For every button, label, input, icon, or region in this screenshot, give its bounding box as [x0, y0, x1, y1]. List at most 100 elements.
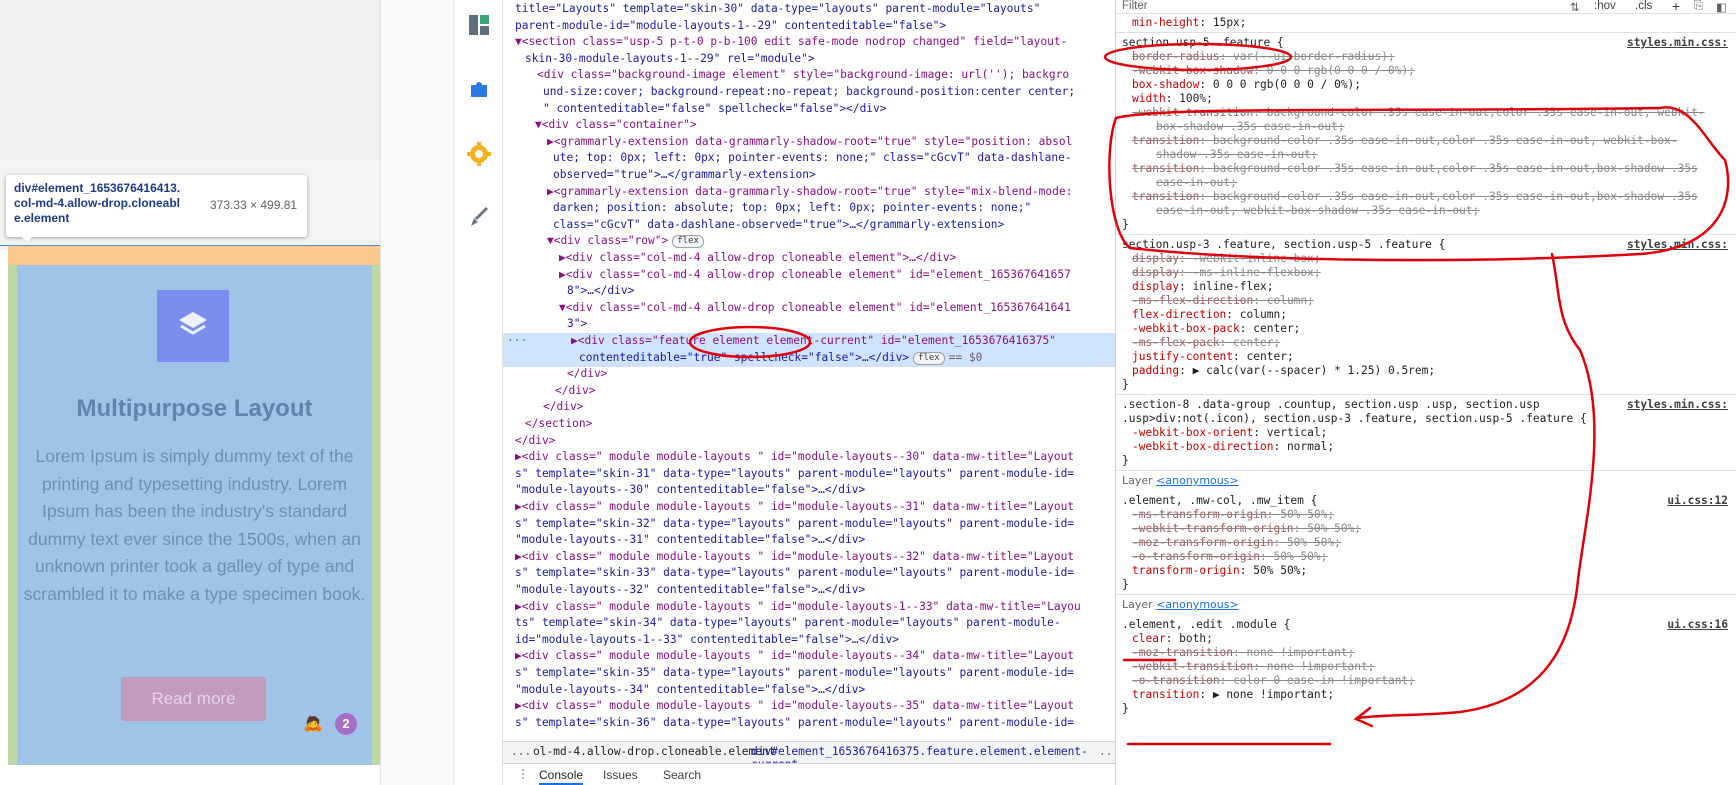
css-declaration[interactable]: border-radius: var(--ui-border-radius);	[1132, 50, 1395, 64]
css-property-value[interactable]: 0 0 0 rgb(0 0 0 / 0%);	[1213, 78, 1361, 91]
css-property-name[interactable]: padding	[1132, 364, 1179, 377]
css-property-value[interactable]: both;	[1179, 632, 1213, 645]
dom-line[interactable]: skin-30-module-layouts-1--29" rel="modul…	[525, 51, 815, 68]
dom-line[interactable]: <div class="background-image element" st…	[537, 67, 1069, 84]
layer-link[interactable]: <anonymous>	[1156, 474, 1239, 487]
css-property-value[interactable]: 50% 50%;	[1253, 564, 1307, 577]
dom-line[interactable]: ts" template="skin-34" data-type="layout…	[515, 615, 1061, 632]
css-declaration[interactable]: ease-in-out;	[1156, 176, 1237, 190]
css-property-name[interactable]: flex-direction	[1132, 308, 1226, 321]
dom-line[interactable]: </section>	[525, 416, 592, 433]
css-declaration[interactable]: box-shadow: 0 0 0 rgb(0 0 0 / 0%);	[1132, 78, 1361, 92]
css-property-value[interactable]: 0 0 0 rgb(0 0 0 / 0%);	[1267, 64, 1415, 77]
css-property-name[interactable]: -ms-transform-origin	[1132, 508, 1267, 521]
css-declaration[interactable]: display: -webkit-inline-box;	[1132, 252, 1321, 266]
css-declaration[interactable]: transform-origin: 50% 50%;	[1132, 564, 1307, 578]
dom-line[interactable]: ▶<div class=" module module-layouts " id…	[515, 599, 1081, 616]
css-declaration[interactable]: display: inline-flex;	[1132, 280, 1273, 294]
css-property-value[interactable]: 100%;	[1179, 92, 1213, 105]
css-property-name[interactable]: transition	[1132, 688, 1199, 701]
cls-button[interactable]: .cls	[1635, 0, 1652, 12]
css-property-value[interactable]: background-color .35s ease-in-out,color …	[1213, 134, 1678, 147]
dom-line[interactable]: </div>	[543, 399, 583, 416]
puzzle-icon[interactable]	[468, 78, 490, 100]
css-property-value[interactable]: 50% 50%;	[1273, 550, 1327, 563]
css-property-name[interactable]: justify-content	[1132, 350, 1233, 363]
css-property-name[interactable]: -webkit-transition	[1132, 106, 1253, 119]
css-property-value[interactable]: center;	[1253, 322, 1300, 335]
css-declaration[interactable]: -moz-transition: none !important;	[1132, 646, 1354, 660]
feature-card[interactable]: Multipurpose Layout Lorem Ipsum is simpl…	[17, 265, 372, 765]
dom-line[interactable]: ▼<div class="col-md-4 allow-drop cloneab…	[559, 300, 1071, 317]
dom-line[interactable]: contenteditable="true" spellcheck="false…	[503, 349, 1115, 367]
css-property-value[interactable]: none !important;	[1247, 646, 1355, 659]
css-property-name[interactable]: -ms-flex-pack	[1132, 336, 1220, 349]
dom-line[interactable]: "module-layouts--32" contenteditable="fa…	[515, 582, 865, 599]
css-property-name[interactable]: border-radius	[1132, 50, 1220, 63]
dom-line[interactable]: ▶<div class=" module module-layouts " id…	[515, 549, 1074, 566]
css-declaration[interactable]: -webkit-box-shadow: 0 0 0 rgb(0 0 0 / 0%…	[1132, 64, 1415, 78]
dom-line[interactable]: ▶<div class=" module module-layouts " id…	[515, 449, 1074, 466]
css-property-name[interactable]: -webkit-box-shadow	[1132, 64, 1253, 77]
css-property-value[interactable]: inline-flex;	[1193, 280, 1274, 293]
css-property-name[interactable]: width	[1132, 92, 1166, 105]
css-declaration[interactable]: ease-in-out, webkit-box-shadow .35s ease…	[1156, 204, 1479, 218]
dom-line[interactable]: 3">	[567, 316, 587, 333]
css-property-name[interactable]: -moz-transform-origin	[1132, 536, 1273, 549]
css-property-value[interactable]: center;	[1233, 336, 1280, 349]
dom-line[interactable]: ▶<div class="col-md-4 allow-drop cloneab…	[559, 267, 1071, 284]
dom-line[interactable]: s" template="skin-35" data-type="layouts…	[515, 665, 1074, 682]
css-property-name[interactable]: -webkit-transition	[1132, 660, 1253, 673]
breadcrumb-parent[interactable]: ol-md-4.allow-drop.cloneable.element	[533, 745, 775, 758]
tab-issues[interactable]: Issues	[603, 768, 638, 782]
css-declaration[interactable]: clear: both;	[1132, 632, 1213, 646]
dom-line[interactable]: s" template="skin-32" data-type="layouts…	[515, 516, 1074, 533]
dom-line[interactable]: ▶<grammarly-extension data-grammarly-sha…	[547, 184, 1072, 201]
toggle-icon[interactable]: ⇅	[1570, 0, 1580, 14]
css-property-name[interactable]: -o-transition	[1132, 674, 1220, 687]
dom-line[interactable]: </div>	[555, 383, 595, 400]
dom-line[interactable]: ▼<div class="row"> flex	[547, 233, 704, 250]
tab-console[interactable]: Console	[539, 768, 584, 785]
css-property-value[interactable]: 50% 50%;	[1307, 522, 1361, 535]
layout-icon[interactable]	[468, 14, 490, 36]
dom-line[interactable]: ▶<grammarly-extension data-grammarly-sha…	[547, 134, 1072, 151]
computed-icon[interactable]: ⎘	[1694, 0, 1703, 13]
dom-line[interactable]: parent-module-id="module-layouts-1--29" …	[515, 18, 946, 35]
css-property-value[interactable]: ease-in-out, webkit-box-shadow .35s ease…	[1156, 204, 1479, 217]
css-property-value[interactable]: background-color .35s ease-in-out,color …	[1267, 106, 1705, 119]
dom-line[interactable]: ▶<div class=" module module-layouts " id…	[515, 499, 1074, 516]
tab-search[interactable]: Search	[663, 768, 701, 782]
css-property-name[interactable]: -moz-transition	[1132, 646, 1233, 659]
stylesheet-link[interactable]: styles.min.css:	[1627, 398, 1728, 411]
rule-selector[interactable]: .element, .edit .module {	[1122, 618, 1592, 632]
css-declaration[interactable]: min-height: 15px;	[1132, 16, 1247, 30]
css-property-value[interactable]: ease-in-out;	[1156, 176, 1237, 189]
dom-line[interactable]: und-size:cover; background-repeat:no-rep…	[543, 84, 1075, 101]
css-property-name[interactable]: -o-transform-origin	[1132, 550, 1260, 563]
css-property-value[interactable]: normal;	[1287, 440, 1334, 453]
css-property-value[interactable]: var(--ui-border-radius);	[1233, 50, 1395, 63]
stylesheet-link[interactable]: styles.min.css:	[1627, 36, 1728, 49]
css-declaration[interactable]: -moz-transform-origin: 50% 50%;	[1132, 536, 1341, 550]
breadcrumb-more[interactable]: ...	[1099, 745, 1115, 758]
css-property-value[interactable]: -webkit-inline-box;	[1193, 252, 1321, 265]
css-property-value[interactable]: color 0 ease-in !important;	[1233, 674, 1415, 687]
css-declaration[interactable]: padding: ▶ calc(var(--spacer) * 1.25) 0.…	[1132, 364, 1435, 378]
dom-line[interactable]: "module-layouts--30" contenteditable="fa…	[515, 482, 865, 499]
notification-badge[interactable]: 2	[335, 713, 357, 735]
css-property-name[interactable]: transition	[1132, 190, 1199, 203]
css-property-name[interactable]: transition	[1132, 134, 1199, 147]
assistant-avatar-icon[interactable]: 🙇	[303, 713, 323, 733]
settings-gear-icon[interactable]	[467, 142, 491, 166]
css-property-value[interactable]: 50% 50%;	[1280, 508, 1334, 521]
css-property-value[interactable]: -ms-inline-flexbox;	[1193, 266, 1321, 279]
dom-line[interactable]: class="cGcvT" data-dashlane-observed="tr…	[553, 217, 1004, 234]
dom-line[interactable]: ▶<div class=" module module-layouts " id…	[515, 698, 1074, 715]
css-declaration[interactable]: -webkit-box-orient: vertical;	[1132, 426, 1327, 440]
sidebar-toggle-icon[interactable]: ◧	[1716, 0, 1727, 14]
css-declaration[interactable]: justify-content: center;	[1132, 350, 1294, 364]
css-property-name[interactable]: -ms-flex-direction	[1132, 294, 1253, 307]
dom-line[interactable]: s" template="skin-36" data-type="layouts…	[515, 715, 1074, 732]
stylesheet-link[interactable]: ui.css:12	[1667, 494, 1728, 507]
